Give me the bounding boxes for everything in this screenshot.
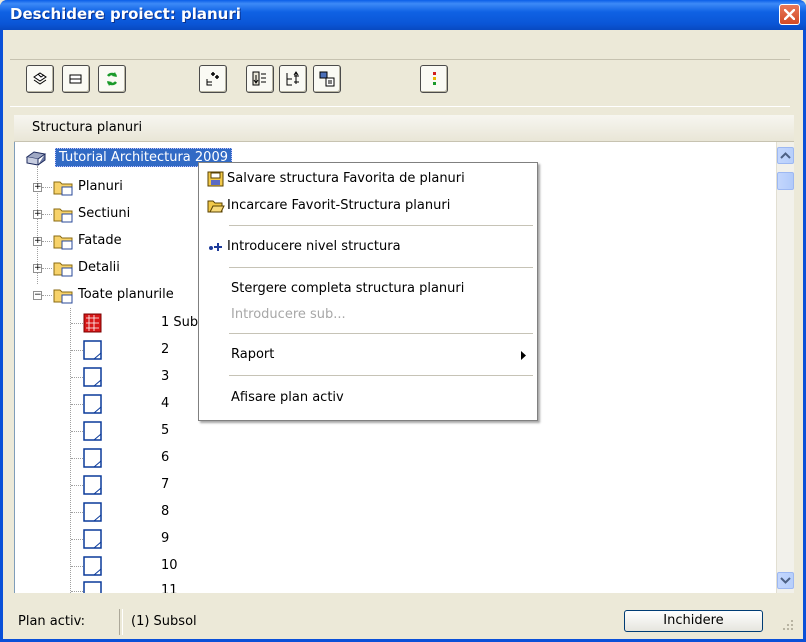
move-down-button[interactable]: [246, 65, 274, 93]
plan-sheet-icon: [83, 502, 102, 522]
plan-label: 8: [161, 504, 170, 519]
refresh-button[interactable]: [98, 65, 126, 93]
status-dots-icon: [433, 72, 436, 85]
scroll-thumb[interactable]: [777, 172, 794, 190]
open-plans-button[interactable]: [26, 65, 54, 93]
building-icon: [25, 151, 47, 166]
tree-column-header[interactable]: Structura planuri: [14, 115, 794, 142]
plan-sheet-icon: [83, 475, 102, 495]
tree-plan-row[interactable]: 7: [15, 474, 275, 496]
plan-sheet-icon: [83, 340, 102, 360]
vertical-scrollbar[interactable]: [776, 142, 794, 593]
move-up-icon: [286, 71, 299, 86]
assign-plan-button[interactable]: [313, 65, 341, 93]
chevron-down-icon: [780, 577, 791, 584]
active-plan-icon: [83, 313, 102, 333]
menu-item-insert-sub: Introducere sub...: [231, 307, 346, 322]
add-structure-level-button[interactable]: [199, 65, 227, 93]
expand-icon[interactable]: +: [33, 210, 42, 219]
layers-button[interactable]: [62, 65, 90, 93]
plan-label: 5: [161, 423, 170, 438]
plan-label: 2: [161, 342, 170, 357]
close-dialog-button[interactable]: Inchidere: [624, 610, 763, 632]
plan-label: 10: [161, 558, 178, 573]
menu-item-raport[interactable]: Raport: [199, 344, 537, 366]
folder-label: Fatade: [78, 233, 122, 248]
resize-grip-icon[interactable]: [782, 619, 794, 631]
folder-icon: [53, 181, 73, 196]
close-icon: [784, 9, 795, 20]
expand-icon[interactable]: +: [33, 264, 42, 273]
plan-sheet-icon: [83, 556, 102, 576]
status-divider: [119, 609, 123, 635]
active-plan-value: (1) Subsol: [131, 614, 197, 629]
plan-label: 6: [161, 450, 170, 465]
folder-icon: [53, 235, 73, 250]
plan-label: 11: [161, 583, 178, 593]
menu-item-save-favorite[interactable]: Salvare structura Favorita de planuri: [199, 168, 537, 190]
plan-sheet-icon: [83, 448, 102, 468]
active-plan-label: Plan activ:: [18, 614, 85, 629]
menu-item-insert-level[interactable]: Introducere nivel structura: [199, 236, 537, 258]
menu-item-load-favorite[interactable]: Incarcare Favorit-Structura planuri: [199, 195, 537, 217]
title-bar[interactable]: Deschidere proiect: planuri: [0, 0, 806, 30]
tree-plan-row[interactable]: 6: [15, 447, 275, 469]
chevron-up-icon: [780, 152, 791, 159]
plan-label: 4: [161, 396, 170, 411]
plan-label: 7: [161, 477, 170, 492]
plan-sheet-icon: [83, 529, 102, 549]
scroll-up-button[interactable]: [777, 147, 794, 164]
plan-sheet-icon: [83, 421, 102, 441]
tree-plan-row[interactable]: 9: [15, 528, 275, 550]
insert-level-icon: [209, 243, 222, 251]
submenu-arrow-icon: [521, 351, 526, 360]
options-button[interactable]: [420, 65, 448, 93]
menu-item-delete-structure[interactable]: Stergere completa structura planuri: [199, 278, 537, 300]
column-header-label: Structura planuri: [32, 120, 143, 135]
refresh-icon: [107, 72, 117, 86]
folder-label: Detalii: [78, 260, 120, 275]
save-icon: [207, 171, 224, 187]
menu-item-show-active-plan[interactable]: Afisare plan activ: [199, 387, 537, 409]
folder-icon: [53, 289, 73, 304]
layers-icon: [69, 74, 82, 84]
add-level-icon: [206, 72, 219, 86]
folder-label: Planuri: [78, 179, 123, 194]
context-menu: Salvare structura Favorita de planuri In…: [198, 162, 538, 421]
tree-plan-row[interactable]: 5: [15, 420, 275, 442]
plan-sheet-icon: [83, 367, 102, 387]
expand-icon[interactable]: +: [33, 183, 42, 192]
move-up-button[interactable]: [279, 65, 307, 93]
folder-label: Toate planurile: [78, 287, 174, 302]
folder-label: Sectiuni: [78, 206, 131, 221]
folder-icon: [53, 262, 73, 277]
collapse-icon[interactable]: −: [33, 291, 42, 300]
open-folder-icon: [207, 200, 225, 213]
tree-plan-row[interactable]: 8: [15, 501, 275, 523]
plan-sheet-icon: [83, 394, 102, 414]
scroll-down-button[interactable]: [777, 572, 794, 589]
window-title: Deschidere proiect: planuri: [10, 5, 241, 23]
assign-plan-icon: [319, 71, 335, 87]
expand-icon[interactable]: +: [33, 237, 42, 246]
plan-label: 3: [161, 369, 170, 384]
tree-plan-row[interactable]: 11: [15, 580, 275, 593]
folder-icon: [53, 208, 73, 223]
close-window-button[interactable]: [779, 4, 800, 25]
stack-plans-icon: [33, 72, 47, 85]
toolbar: [10, 59, 790, 107]
plan-sheet-icon: [83, 581, 102, 593]
tree-plan-row[interactable]: 10: [15, 555, 275, 577]
plan-label: 9: [161, 531, 170, 546]
move-down-icon: [252, 71, 266, 86]
